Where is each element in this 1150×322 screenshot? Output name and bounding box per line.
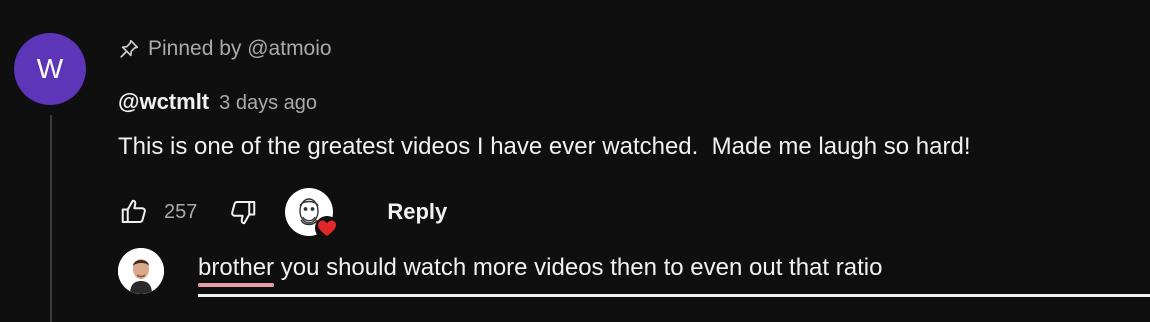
commenter-avatar[interactable]: W	[14, 33, 86, 105]
comment-meta: @wctmlt 3 days ago	[118, 89, 317, 115]
pinned-label: Pinned by @atmoio	[118, 37, 332, 61]
reply-input-underline	[198, 294, 1150, 297]
avatar-letter: W	[36, 53, 64, 84]
current-user-avatar	[118, 248, 164, 294]
comment-text: This is one of the greatest videos I hav…	[118, 133, 971, 160]
reply-input[interactable]: brother you should watch more videos the…	[198, 254, 1150, 294]
dislike-button[interactable]	[227, 196, 259, 228]
creator-heart	[285, 188, 340, 240]
pinned-text: Pinned by @atmoio	[148, 37, 332, 60]
comment-author[interactable]: @wctmlt	[118, 89, 209, 115]
misspelled-word: brother	[198, 254, 275, 281]
reply-button[interactable]: Reply	[387, 199, 447, 225]
thumbs-up-icon	[121, 199, 146, 223]
comment-actions: 257 Reply	[118, 188, 447, 240]
reply-input-text: you should watch more videos then to eve…	[274, 254, 883, 281]
like-count: 257	[164, 200, 198, 223]
pin-icon	[118, 38, 140, 60]
creator-heart-icon	[315, 216, 340, 240]
comment-time[interactable]: 3 days ago	[219, 92, 317, 115]
thread-line	[50, 115, 52, 322]
like-button[interactable]	[118, 196, 150, 228]
thumbs-down-icon	[231, 201, 256, 225]
